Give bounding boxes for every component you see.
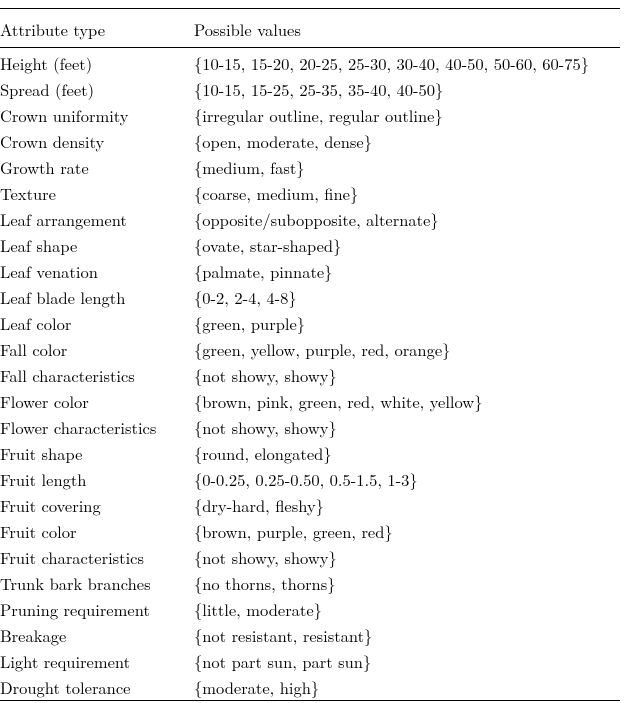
table-row: Crown uniformity{irregular outline, regu… bbox=[0, 102, 620, 128]
attribute-type-cell: Texture bbox=[0, 180, 194, 206]
possible-values-cell: {10-15, 15-20, 20-25, 25-30, 30-40, 40-5… bbox=[194, 50, 620, 76]
attribute-type-cell: Leaf shape bbox=[0, 232, 194, 258]
possible-values-cell: {ovate, star-shaped} bbox=[194, 232, 620, 258]
attribute-type-cell: Light requirement bbox=[0, 648, 194, 674]
attributes-table-page: Attribute type Possible values Height (f… bbox=[0, 0, 632, 590]
table-row: Breakage{not resistant, resistant} bbox=[0, 622, 620, 648]
possible-values-cell: {no thorns, thorns} bbox=[194, 570, 620, 596]
table-row: Fruit characteristics{not showy, showy} bbox=[0, 544, 620, 570]
table-row: Drought tolerance{moderate, high} bbox=[0, 674, 620, 701]
header-attribute-type: Attribute type bbox=[0, 11, 194, 48]
possible-values-cell: {not showy, showy} bbox=[194, 362, 620, 388]
attribute-type-cell: Crown density bbox=[0, 128, 194, 154]
table-row: Flower characteristics{not showy, showy} bbox=[0, 414, 620, 440]
attribute-type-cell: Fall color bbox=[0, 336, 194, 362]
table-row: Leaf color{green, purple} bbox=[0, 310, 620, 336]
table-row: Growth rate{medium, fast} bbox=[0, 154, 620, 180]
attribute-type-cell: Breakage bbox=[0, 622, 194, 648]
table-row: Light requirement{not part sun, part sun… bbox=[0, 648, 620, 674]
possible-values-cell: {0-2, 2-4, 4-8} bbox=[194, 284, 620, 310]
possible-values-cell: {green, purple} bbox=[194, 310, 620, 336]
table-row: Flower color{brown, pink, green, red, wh… bbox=[0, 388, 620, 414]
possible-values-cell: {brown, purple, green, red} bbox=[194, 518, 620, 544]
attribute-type-cell: Leaf arrangement bbox=[0, 206, 194, 232]
possible-values-cell: {not showy, showy} bbox=[194, 544, 620, 570]
possible-values-cell: {dry-hard, fleshy} bbox=[194, 492, 620, 518]
attribute-type-cell: Fall characteristics bbox=[0, 362, 194, 388]
attribute-type-cell: Leaf venation bbox=[0, 258, 194, 284]
table-row: Trunk bark branches{no thorns, thorns} bbox=[0, 570, 620, 596]
attribute-type-cell: Pruning requirement bbox=[0, 596, 194, 622]
attribute-type-cell: Drought tolerance bbox=[0, 674, 194, 701]
possible-values-cell: {opposite/subopposite, alternate} bbox=[194, 206, 620, 232]
attribute-type-cell: Trunk bark branches bbox=[0, 570, 194, 596]
possible-values-cell: {not showy, showy} bbox=[194, 414, 620, 440]
table-row: Spread (feet){10-15, 15-25, 25-35, 35-40… bbox=[0, 76, 620, 102]
attribute-type-cell: Flower characteristics bbox=[0, 414, 194, 440]
attribute-type-cell: Fruit characteristics bbox=[0, 544, 194, 570]
attribute-type-cell: Fruit covering bbox=[0, 492, 194, 518]
table-row: Height (feet){10-15, 15-20, 20-25, 25-30… bbox=[0, 50, 620, 76]
attribute-type-cell: Fruit length bbox=[0, 466, 194, 492]
possible-values-cell: {not resistant, resistant} bbox=[194, 622, 620, 648]
attribute-type-cell: Spread (feet) bbox=[0, 76, 194, 102]
table-row: Fall color{green, yellow, purple, red, o… bbox=[0, 336, 620, 362]
table-row: Leaf venation{palmate, pinnate} bbox=[0, 258, 620, 284]
possible-values-cell: {0-0.25, 0.25-0.50, 0.5-1.5, 1-3} bbox=[194, 466, 620, 492]
possible-values-cell: {irregular outline, regular outline} bbox=[194, 102, 620, 128]
attributes-table: Attribute type Possible values Height (f… bbox=[0, 8, 620, 703]
possible-values-cell: {open, moderate, dense} bbox=[194, 128, 620, 154]
table-row: Leaf blade length{0-2, 2-4, 4-8} bbox=[0, 284, 620, 310]
table-row: Fruit length{0-0.25, 0.25-0.50, 0.5-1.5,… bbox=[0, 466, 620, 492]
attribute-type-cell: Growth rate bbox=[0, 154, 194, 180]
possible-values-cell: {palmate, pinnate} bbox=[194, 258, 620, 284]
attribute-type-cell: Fruit shape bbox=[0, 440, 194, 466]
possible-values-cell: {round, elongated} bbox=[194, 440, 620, 466]
attribute-type-cell: Height (feet) bbox=[0, 50, 194, 76]
possible-values-cell: {little, moderate} bbox=[194, 596, 620, 622]
attribute-type-cell: Flower color bbox=[0, 388, 194, 414]
possible-values-cell: {coarse, medium, fine} bbox=[194, 180, 620, 206]
table-row: Fruit covering{dry-hard, fleshy} bbox=[0, 492, 620, 518]
possible-values-cell: {10-15, 15-25, 25-35, 35-40, 40-50} bbox=[194, 76, 620, 102]
attribute-type-cell: Leaf color bbox=[0, 310, 194, 336]
table-row: Pruning requirement{little, moderate} bbox=[0, 596, 620, 622]
attribute-type-cell: Crown uniformity bbox=[0, 102, 194, 128]
table-row: Fall characteristics{not showy, showy} bbox=[0, 362, 620, 388]
possible-values-cell: {moderate, high} bbox=[194, 674, 620, 701]
table-row: Fruit shape{round, elongated} bbox=[0, 440, 620, 466]
table-row: Texture{coarse, medium, fine} bbox=[0, 180, 620, 206]
possible-values-cell: {brown, pink, green, red, white, yellow} bbox=[194, 388, 620, 414]
table-row: Leaf shape{ovate, star-shaped} bbox=[0, 232, 620, 258]
attribute-type-cell: Fruit color bbox=[0, 518, 194, 544]
possible-values-cell: {green, yellow, purple, red, orange} bbox=[194, 336, 620, 362]
possible-values-cell: {not part sun, part sun} bbox=[194, 648, 620, 674]
table-body: Height (feet){10-15, 15-20, 20-25, 25-30… bbox=[0, 50, 620, 703]
header-possible-values: Possible values bbox=[194, 11, 620, 48]
table-row: Fruit color{brown, purple, green, red} bbox=[0, 518, 620, 544]
table-header-row: Attribute type Possible values bbox=[0, 11, 620, 48]
attribute-type-cell: Leaf blade length bbox=[0, 284, 194, 310]
table-row: Crown density{open, moderate, dense} bbox=[0, 128, 620, 154]
possible-values-cell: {medium, fast} bbox=[194, 154, 620, 180]
table-row: Leaf arrangement{opposite/subopposite, a… bbox=[0, 206, 620, 232]
